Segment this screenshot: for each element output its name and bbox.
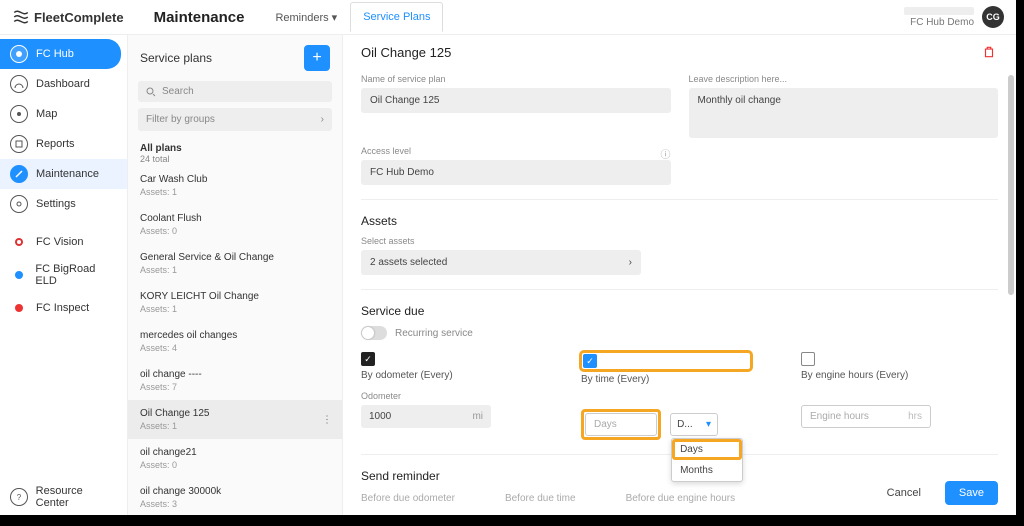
list-item[interactable]: KORY LEICHT Oil ChangeAssets: 1 <box>128 283 342 322</box>
assets-select[interactable]: 2 assets selected › <box>361 250 641 275</box>
search-input[interactable]: Search <box>138 81 332 102</box>
days-dropdown: Days Months <box>671 438 743 482</box>
filter-by-groups[interactable]: Filter by groups › <box>138 108 332 131</box>
detail-panel: Oil Change 125 Name of service plan Oil … <box>343 35 1016 515</box>
odo-field-label: Odometer <box>361 391 531 401</box>
list-item[interactable]: oil change ----Assets: 7 <box>128 361 342 400</box>
logo-icon <box>12 8 30 26</box>
top-right: FC Hub Demo CG <box>904 6 1004 28</box>
recurring-label: Recurring service <box>395 328 473 339</box>
tenant-label: FC Hub Demo <box>904 17 974 28</box>
nav-fc-hub[interactable]: FC Hub <box>0 39 121 69</box>
tenant-name-redacted <box>904 7 974 15</box>
dashboard-icon <box>10 75 28 93</box>
nav-dashboard[interactable]: Dashboard <box>0 69 127 99</box>
save-button[interactable]: Save <box>945 481 998 505</box>
brand-text: FleetComplete <box>34 10 124 25</box>
nav-fc-vision[interactable]: FC Vision <box>0 227 127 257</box>
list-item[interactable]: mercedes oil changesAssets: 4 <box>128 322 342 361</box>
page-title: Maintenance <box>154 9 245 26</box>
add-plan-button[interactable]: + <box>304 45 330 71</box>
plans-panel: Service plans + Search Filter by groups … <box>128 35 343 515</box>
map-icon <box>10 105 28 123</box>
time-chk-label: By time (Every) <box>581 374 751 385</box>
odo-chk-label: By odometer (Every) <box>361 370 531 381</box>
help-icon: ? <box>10 488 28 506</box>
reports-icon <box>10 135 28 153</box>
dropdown-option-months[interactable]: Months <box>672 460 742 481</box>
brand-logo: FleetComplete <box>12 8 124 26</box>
nav-maintenance[interactable]: Maintenance <box>0 159 127 189</box>
nav-settings[interactable]: Settings <box>0 189 127 219</box>
eng-chk-label: By engine hours (Every) <box>801 370 971 381</box>
nav-fc-bigroad[interactable]: FC BigRoad ELD <box>0 257 127 293</box>
list-item[interactable]: Oil Change 125Assets: 1⋮ <box>128 400 342 439</box>
list-item[interactable]: General Service & Oil ChangeAssets: 1 <box>128 244 342 283</box>
assets-label: Select assets <box>361 236 998 246</box>
avatar[interactable]: CG <box>982 6 1004 28</box>
nav-fc-inspect[interactable]: FC Inspect <box>0 293 127 323</box>
tabs: Reminders ▾ Service Plans <box>262 2 443 32</box>
list-item[interactable]: oil change 30000kAssets: 3 <box>128 478 342 515</box>
days-unit-select[interactable]: D... ▾ Days Months <box>670 413 718 436</box>
plans-header: Service plans <box>140 51 212 65</box>
assets-header: Assets <box>361 199 998 228</box>
hub-icon <box>10 45 28 63</box>
vision-icon <box>10 233 28 251</box>
bigroad-icon <box>10 266 27 284</box>
odometer-checkbox[interactable]: ✓ <box>361 352 375 366</box>
chevron-right-icon: › <box>629 257 632 268</box>
list-item[interactable]: oil change21Assets: 0 <box>128 439 342 478</box>
topbar: FleetComplete Maintenance Reminders ▾ Se… <box>0 0 1016 35</box>
service-due-header: Service due <box>361 289 998 318</box>
list-item[interactable]: Coolant FlushAssets: 0 <box>128 205 342 244</box>
scrollbar[interactable] <box>1008 75 1014 295</box>
tab-reminders[interactable]: Reminders ▾ <box>262 2 350 32</box>
access-label: Access levelⓘ <box>361 146 671 156</box>
cancel-button[interactable]: Cancel <box>873 481 935 505</box>
time-checkbox[interactable]: ✓ <box>583 354 597 368</box>
all-plans-header: All plans 24 total <box>128 137 342 166</box>
detail-title: Oil Change 125 <box>361 45 998 60</box>
tab-service-plans[interactable]: Service Plans <box>350 2 443 32</box>
engine-hours-input[interactable]: Engine hours hrs <box>801 405 931 428</box>
gear-icon <box>10 195 28 213</box>
rem-odo-label: Before due odometer <box>361 493 455 504</box>
chevron-down-icon: ▾ <box>706 419 711 430</box>
description-field[interactable]: Monthly oil change <box>689 88 999 138</box>
nav-map[interactable]: Map <box>0 99 127 129</box>
delete-icon[interactable] <box>982 45 996 62</box>
svg-text:?: ? <box>17 493 22 502</box>
kebab-icon[interactable]: ⋮ <box>322 414 332 425</box>
list-item[interactable]: Car Wash ClubAssets: 1 <box>128 166 342 205</box>
rem-time-label: Before due time <box>505 493 576 504</box>
engine-checkbox[interactable] <box>801 352 815 366</box>
footer-actions: Cancel Save <box>873 481 998 505</box>
dropdown-option-days[interactable]: Days <box>672 439 742 460</box>
search-icon <box>146 87 156 97</box>
plan-list: Car Wash ClubAssets: 1 Coolant FlushAsse… <box>128 166 342 515</box>
days-input[interactable]: Days <box>585 413 657 436</box>
name-field[interactable]: Oil Change 125 <box>361 88 671 113</box>
access-field[interactable]: FC Hub Demo <box>361 160 671 185</box>
odometer-input[interactable]: 1000 mi <box>361 405 491 428</box>
nav-resource-center[interactable]: ?Resource Center <box>0 479 127 515</box>
recurring-toggle[interactable] <box>361 326 387 340</box>
nav-reports[interactable]: Reports <box>0 129 127 159</box>
desc-label: Leave description here... <box>689 74 999 84</box>
rem-eng-label: Before due engine hours <box>626 493 736 504</box>
chevron-right-icon: › <box>321 114 324 125</box>
inspect-icon <box>10 299 28 317</box>
info-icon[interactable]: ⓘ <box>661 146 671 161</box>
maintenance-icon <box>10 165 28 183</box>
name-label: Name of service plan <box>361 74 671 84</box>
left-nav: FC Hub Dashboard Map Reports Maintenance… <box>0 35 128 515</box>
